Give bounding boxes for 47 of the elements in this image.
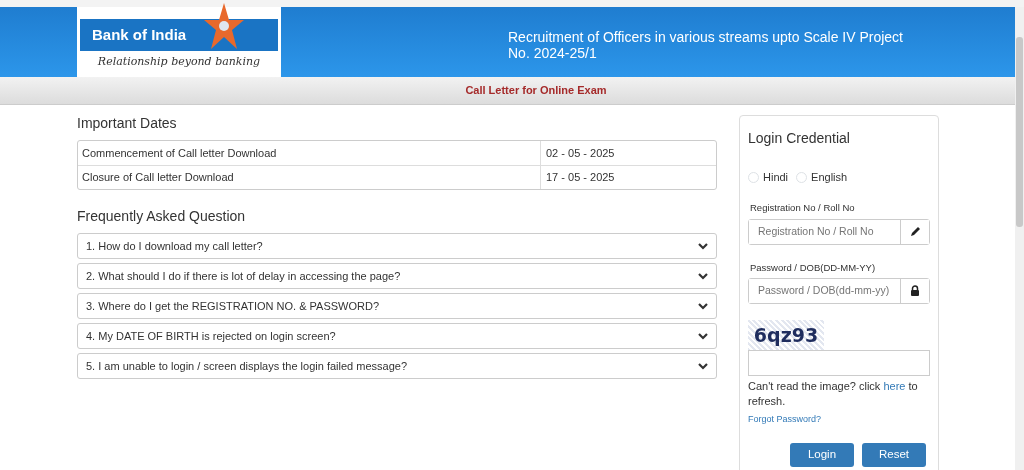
table-cell: Closure of Call letter Download: [78, 166, 541, 189]
pencil-icon: [909, 226, 921, 238]
field-label: Password / DOB(DD-MM-YY): [750, 260, 877, 275]
radio-label: Hindi: [763, 169, 789, 185]
section-heading: Important Dates: [77, 114, 178, 133]
faq-item[interactable]: 3. Where do I get the REGISTRATION NO. & PASSWORD?: [77, 293, 717, 319]
refresh-text: Can't read the image? click here to refresh.: [748, 378, 919, 409]
card-title: Login Credential: [748, 130, 851, 147]
captcha-image: 6qz93: [748, 319, 824, 350]
radio-label: English: [811, 169, 848, 185]
radio-option[interactable]: English: [796, 168, 848, 186]
captcha-field[interactable]: [748, 349, 930, 376]
chevron-down-icon: [698, 332, 708, 340]
scrollbar[interactable]: [1015, 7, 1024, 470]
star-icon: [204, 3, 245, 49]
subheader-title: Call Letter for Online Exam: [465, 83, 607, 99]
refresh-link[interactable]: here: [883, 379, 906, 392]
logo-name: Bank of India: [92, 24, 187, 45]
faq-question: 5. I am unable to login / screen displays the login failed message?: [86, 358, 408, 374]
action-button[interactable]: Reset: [862, 442, 926, 467]
logo-tagline: Relationship beyond banking: [96, 54, 262, 70]
section-heading: Frequently Asked Question: [77, 207, 247, 226]
input-field[interactable]: Password / DOB(dd-mm-yy): [748, 277, 930, 304]
chevron-down-icon: [698, 272, 708, 280]
action-button[interactable]: Login: [790, 442, 854, 467]
field-label: Registration No / Roll No: [750, 201, 856, 216]
faq-item[interactable]: 4. My DATE OF BIRTH is rejected on login screen?: [77, 323, 717, 349]
radio-button[interactable]: [796, 171, 808, 183]
chevron-down-icon: [698, 362, 708, 370]
input-field[interactable]: Registration No / Roll No: [748, 218, 930, 245]
table-cell-text: 02 - 05 - 2025: [545, 145, 615, 161]
faq-item[interactable]: 2. What should I do if there is lot of delay in accessing the page?: [77, 263, 717, 289]
table-cell-text: 17 - 05 - 2025: [545, 170, 615, 186]
forgot-password-link[interactable]: Forgot Password?: [748, 413, 822, 424]
faq-question: 1. How do I download my call letter?: [86, 238, 263, 254]
radio-button[interactable]: [748, 171, 759, 183]
page-title: Recruitment of Officers in various streams upto Scale IV Project No. 2024-25/1: [508, 29, 904, 63]
chevron-down-icon: [698, 242, 708, 250]
faq-item[interactable]: 1. How do I download my call letter?: [77, 233, 717, 259]
faq-question: 2. What should I do if there is lot of delay in accessing the page?: [86, 268, 401, 284]
faq-question: 3. Where do I get the REGISTRATION NO. & PASSWORD?: [86, 298, 379, 314]
table-cell: Commencement of Call letter Download: [78, 141, 541, 165]
faq-question: 4. My DATE OF BIRTH is rejected on login screen?: [86, 328, 336, 344]
radio-option[interactable]: Hindi: [748, 168, 789, 186]
chevron-down-icon: [698, 302, 708, 310]
faq-item[interactable]: 5. I am unable to login / screen displays the login failed message?: [77, 353, 717, 379]
lock-icon: [910, 285, 920, 297]
